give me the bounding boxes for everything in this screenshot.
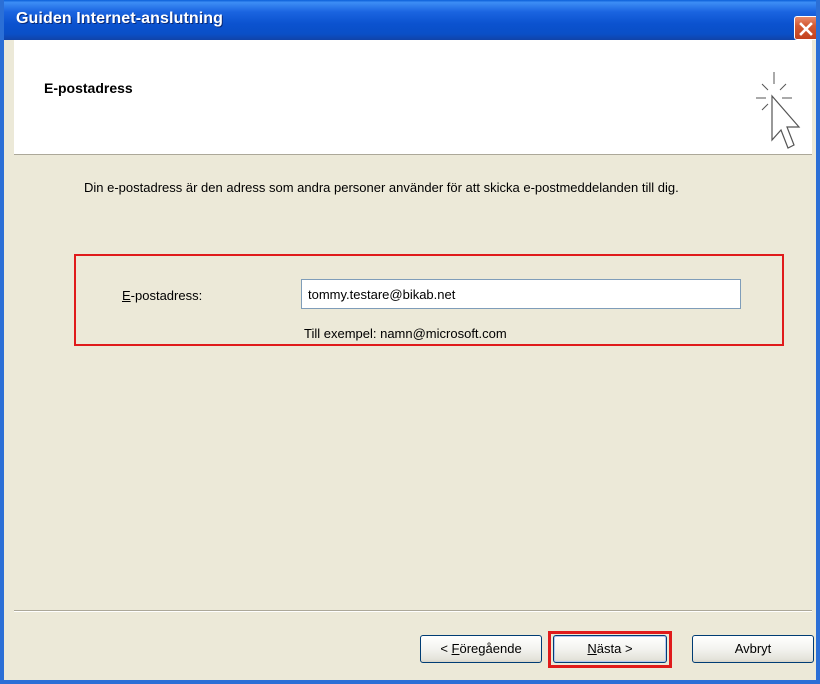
wizard-header: E-postadress [14,40,812,155]
footer-divider [14,610,812,612]
wizard-window: Guiden Internet-anslutning E-postadress … [0,0,820,684]
email-label: E-postadress: [122,288,202,303]
wizard-body: Din e-postadress är den adress som andra… [14,155,814,676]
next-button-label: ästa > [596,641,633,656]
title-bar[interactable]: Guiden Internet-anslutning [4,0,816,40]
back-button-label: öregående [459,641,522,656]
back-button[interactable]: < Föregående [420,635,542,663]
window-title: Guiden Internet-anslutning [16,10,224,27]
email-label-accelerator: E [122,288,131,303]
email-input[interactable] [301,279,741,309]
wizard-cursor-icon [756,72,801,149]
page-title: E-postadress [44,80,133,96]
back-button-prefix: < [440,641,452,656]
next-button[interactable]: Nästa > [553,635,667,663]
close-button[interactable] [794,16,816,40]
close-icon [799,22,813,36]
example-hint: Till exempel: namn@microsoft.com [304,326,507,341]
next-button-accelerator: N [587,641,597,656]
cancel-button[interactable]: Avbryt [692,635,814,663]
description-text: Din e-postadress är den adress som andra… [84,180,679,195]
back-button-accelerator: F [451,641,460,656]
email-label-text: -postadress: [130,288,203,303]
